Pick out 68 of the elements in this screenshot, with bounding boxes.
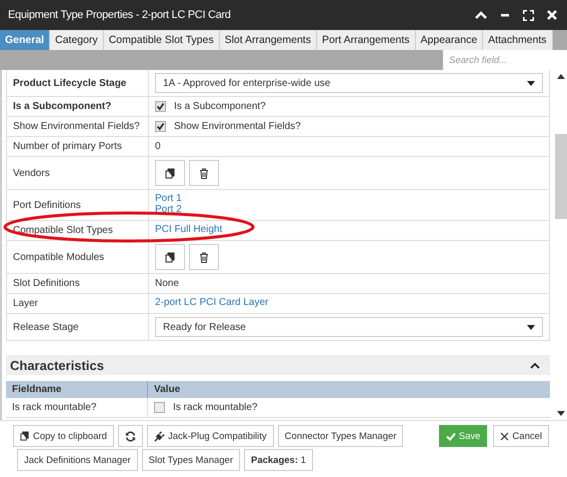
footer-button[interactable]: Jack-Plug Compatibility bbox=[146, 425, 274, 447]
tab[interactable]: Appearance bbox=[416, 30, 484, 50]
chevron-icon bbox=[530, 362, 540, 368]
tab[interactable]: Slot Arrangements bbox=[220, 30, 317, 50]
section-title: Characteristics bbox=[10, 358, 104, 372]
footer-button[interactable]: Packages: 1 bbox=[244, 449, 313, 471]
checkbox[interactable] bbox=[155, 101, 166, 112]
tab[interactable]: General bbox=[0, 30, 50, 50]
field-label: Product Lifecycle Stage bbox=[7, 70, 149, 96]
checkbox-label: Is a Subcomponent? bbox=[174, 101, 266, 112]
field-label: Show Environmental Fields? bbox=[7, 117, 149, 136]
field-label: Compatible Slot Types bbox=[7, 221, 149, 240]
scroll-down-icon[interactable] bbox=[556, 411, 564, 416]
check-icon bbox=[446, 432, 456, 440]
caret-icon bbox=[527, 324, 535, 330]
checkbox[interactable] bbox=[154, 402, 165, 413]
field-label: Release Stage bbox=[7, 314, 149, 340]
copy-button[interactable] bbox=[155, 160, 185, 186]
column-header: Fieldname bbox=[6, 381, 148, 398]
checkbox-label: Show Environmental Fields? bbox=[174, 121, 301, 132]
copy-button[interactable] bbox=[155, 244, 185, 270]
close-icon[interactable] bbox=[547, 10, 557, 20]
link[interactable]: Port 1 bbox=[155, 193, 182, 204]
close-icon bbox=[500, 432, 510, 440]
copy-icon bbox=[164, 168, 176, 178]
delete-button[interactable] bbox=[189, 160, 219, 186]
field-label: Slot Definitions bbox=[7, 274, 149, 293]
dropdown[interactable]: 1A - Approved for enterprise-wide use bbox=[155, 73, 543, 93]
search-field[interactable]: Search field... bbox=[443, 50, 567, 70]
collapse-icon[interactable] bbox=[475, 10, 487, 20]
dropdown[interactable]: Ready for Release bbox=[155, 317, 543, 337]
trash-icon bbox=[199, 252, 209, 262]
cancel-button[interactable]: Cancel bbox=[493, 425, 549, 447]
delete-button[interactable] bbox=[189, 244, 219, 270]
plug-icon bbox=[154, 430, 165, 442]
copy-icon bbox=[20, 431, 30, 441]
field-value: None bbox=[155, 278, 179, 289]
footer-button[interactable]: Jack Definitions Manager bbox=[17, 449, 138, 471]
section-header[interactable]: Characteristics bbox=[6, 355, 550, 375]
refresh-button[interactable] bbox=[118, 425, 143, 447]
field-label: Layer bbox=[7, 294, 149, 313]
field-value: 0 bbox=[155, 141, 161, 152]
refresh-icon bbox=[124, 430, 136, 442]
field-label: Compatible Modules bbox=[7, 241, 149, 273]
footer-button[interactable]: Copy to clipboard bbox=[13, 425, 114, 447]
scroll-up-icon[interactable] bbox=[556, 74, 564, 79]
field-label: Port Definitions bbox=[7, 190, 149, 220]
tab[interactable]: Port Arrangements bbox=[316, 30, 416, 50]
link[interactable]: 2-port LC PCI Card Layer bbox=[155, 297, 268, 308]
tab[interactable]: Category bbox=[50, 30, 104, 50]
trash-icon bbox=[199, 168, 209, 178]
footer-button[interactable]: Slot Types Manager bbox=[142, 449, 240, 471]
caret-icon bbox=[527, 80, 535, 86]
window-title: Equipment Type Properties - 2-port LC PCI Card bbox=[8, 9, 231, 21]
tab[interactable]: Attachments bbox=[483, 30, 553, 50]
column-header: Value bbox=[153, 383, 182, 397]
footer-button[interactable]: Connector Types Manager bbox=[278, 425, 404, 447]
link[interactable]: PCI Full Height bbox=[155, 224, 222, 235]
maximize-icon[interactable] bbox=[523, 10, 534, 20]
tab[interactable]: Compatible Slot Types bbox=[104, 30, 220, 50]
scroll-thumb[interactable] bbox=[554, 134, 566, 219]
field-label: Is rack mountable? bbox=[6, 398, 148, 417]
copy-icon bbox=[164, 252, 176, 262]
field-label: Vendors bbox=[7, 157, 149, 189]
field-label: Is a Subcomponent? bbox=[7, 97, 149, 116]
field-label: Number of primary Ports bbox=[7, 137, 149, 156]
checkbox-label: Is rack mountable? bbox=[173, 402, 258, 413]
checkbox[interactable] bbox=[155, 121, 166, 132]
